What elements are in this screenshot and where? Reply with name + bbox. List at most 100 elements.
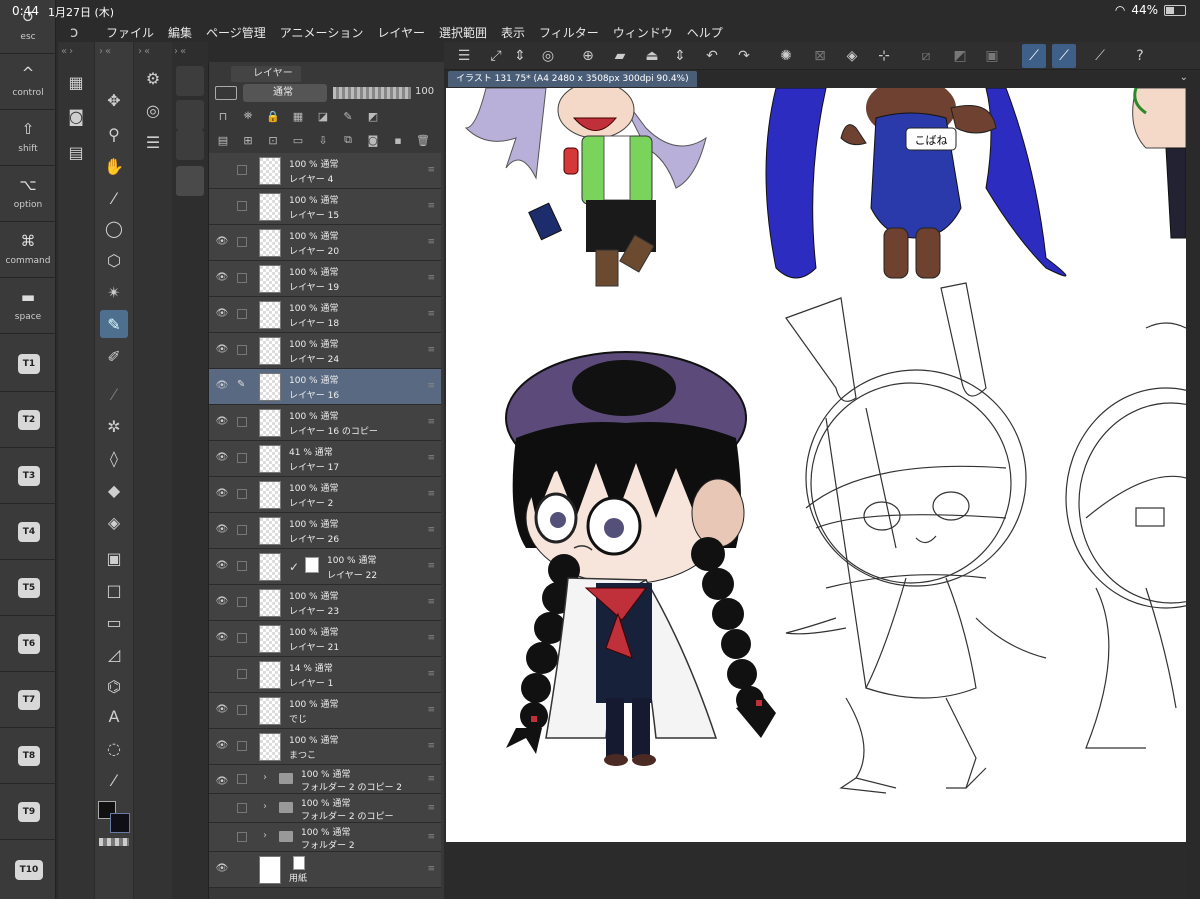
collapse-arrows-icon[interactable]: ›« — [99, 46, 113, 57]
drag-handle-icon[interactable]: ≡ — [427, 345, 435, 355]
paper-row[interactable]: 👁 用紙 ≡ — [209, 852, 441, 888]
clip-studio-icon[interactable]: ◎ — [536, 44, 560, 68]
clip-studio-logo-icon[interactable]: ↄ — [70, 23, 90, 41]
menu-page[interactable]: ページ管理 — [206, 24, 266, 41]
lock-checkbox[interactable] — [237, 273, 247, 283]
drag-handle-icon[interactable]: ≡ — [427, 864, 435, 874]
eye-icon[interactable]: 👁 — [215, 596, 229, 607]
transform-icon[interactable]: ⊹ — [872, 44, 896, 68]
eye-icon[interactable]: 👁 — [215, 704, 229, 715]
layer-row[interactable]: 👁 100 % 通常 レイヤー 16 のコピー ≡ — [209, 405, 441, 441]
blend-tool-icon[interactable]: ◊ — [100, 444, 128, 472]
eye-icon[interactable]: 👁 — [215, 776, 229, 787]
menu-layer[interactable]: レイヤー — [377, 24, 425, 41]
drag-handle-icon[interactable]: ≡ — [427, 489, 435, 499]
drag-handle-icon[interactable]: ≡ — [427, 561, 435, 571]
menu-animation[interactable]: アニメーション — [280, 24, 364, 41]
folder-row[interactable]: 👁 › 100 % 通常 フォルダー 2 のコピー 2 ≡ — [209, 765, 441, 794]
drawing-canvas[interactable]: こばね — [446, 88, 1186, 842]
blend-mode-select[interactable]: 通常 — [243, 84, 327, 102]
updown-arrow-icon[interactable]: ⇕ — [668, 44, 692, 68]
eyedropper-tool-icon[interactable]: ⁄ — [100, 184, 128, 212]
shift-key[interactable]: ⇧ shift — [0, 112, 56, 166]
help-icon[interactable]: ? — [1128, 44, 1152, 68]
layer-row[interactable]: 👁 100 % 通常 レイヤー 21 ≡ — [209, 621, 441, 657]
transfer-down-icon[interactable]: ⇩ — [313, 134, 333, 147]
snap-ruler-icon[interactable]: ⟋ — [1022, 44, 1046, 68]
expand-arrow-icon[interactable]: › — [263, 772, 267, 783]
layer-row[interactable]: 100 % 通常 レイヤー 4 ≡ — [209, 153, 441, 189]
layer-row[interactable]: 👁 100 % 通常 レイヤー 23 ≡ — [209, 585, 441, 621]
open-folder-icon[interactable]: ▰ — [608, 44, 632, 68]
layer-row[interactable]: 👁 100 % 通常 レイヤー 19 ≡ — [209, 261, 441, 297]
collapse-arrows-icon[interactable]: ›« — [174, 46, 188, 57]
menu-edit[interactable]: 編集 — [168, 24, 192, 41]
frame-tool-icon[interactable]: ▭ — [100, 608, 128, 636]
drag-handle-icon[interactable]: ≡ — [427, 705, 435, 715]
sub-color-swatch[interactable] — [110, 813, 130, 833]
snap-grid-icon[interactable]: ⟋ — [1088, 44, 1112, 68]
mask-icon[interactable]: ◪ — [313, 110, 333, 123]
lock-checkbox[interactable] — [237, 345, 247, 355]
reference-icon[interactable]: ⛯ — [238, 109, 258, 123]
layer-row[interactable]: 14 % 通常 レイヤー 1 ≡ — [209, 657, 441, 693]
undo-icon[interactable]: ↶ — [700, 44, 724, 68]
expand-arrow-icon[interactable]: › — [263, 830, 267, 841]
hand-tool-icon[interactable]: ✋ — [100, 152, 128, 180]
lock-checkbox[interactable] — [237, 803, 247, 813]
lock-transparency-icon[interactable]: ▦ — [288, 110, 308, 123]
layer-property-icon[interactable] — [176, 100, 204, 130]
eye-icon[interactable]: 👁 — [215, 272, 229, 283]
layer-row[interactable]: 👁 100 % 通常 レイヤー 20 ≡ — [209, 225, 441, 261]
save-icon[interactable]: ⏏ — [640, 44, 664, 68]
drag-handle-icon[interactable]: ≡ — [427, 273, 435, 283]
lock-checkbox[interactable] — [237, 417, 247, 427]
lock-checkbox[interactable] — [237, 453, 247, 463]
lock-checkbox[interactable] — [237, 525, 247, 535]
clear-outside-icon[interactable]: ⊠ — [808, 44, 832, 68]
lock-checkbox[interactable] — [237, 741, 247, 751]
eye-icon[interactable]: 👁 — [215, 524, 229, 535]
layer-row[interactable]: 👁 100 % 通常 まつこ ≡ — [209, 729, 441, 765]
magic-wand-icon[interactable]: ✴ — [100, 278, 128, 306]
updown-arrow-icon[interactable]: ⇕ — [508, 44, 532, 68]
lasso-tool-icon[interactable]: ◯ — [100, 214, 128, 242]
object-select-icon[interactable]: ⬡ — [100, 246, 128, 274]
t3-button[interactable]: T3 — [18, 466, 40, 486]
space-key[interactable]: ▬ space — [0, 280, 56, 334]
collapse-arrows-icon[interactable]: ›« — [138, 46, 152, 57]
pencil-tool-icon[interactable]: ✐ — [100, 342, 128, 370]
lock-checkbox[interactable] — [237, 832, 247, 842]
drag-handle-icon[interactable]: ≡ — [427, 201, 435, 211]
lock-checkbox[interactable] — [237, 705, 247, 715]
eraser-tool-icon[interactable]: ◆ — [100, 476, 128, 504]
fill-icon[interactable]: ◈ — [840, 44, 864, 68]
edit-command-icon[interactable]: ⤢ — [484, 44, 508, 68]
t9-button[interactable]: T9 — [18, 802, 40, 822]
sub-tool-list-icon[interactable]: ☰ — [139, 128, 167, 156]
menu-view[interactable]: 表示 — [501, 24, 525, 41]
layer-row[interactable]: 👁 100 % 通常 レイヤー 2 ≡ — [209, 477, 441, 513]
zoom-tool-icon[interactable]: ⚲ — [100, 120, 128, 148]
menu-help[interactable]: ヘルプ — [687, 24, 723, 41]
layer-color-toggle-icon[interactable] — [215, 86, 237, 100]
figure-tool-icon[interactable]: □ — [100, 576, 128, 604]
layer-row[interactable]: 👁 100 % 通常 でじ ≡ — [209, 693, 441, 729]
sub-view-panel-icon[interactable]: ◙ — [62, 102, 90, 130]
menu-selection[interactable]: 選択範囲 — [439, 24, 487, 41]
navigator-icon[interactable] — [176, 130, 204, 160]
lock-checkbox[interactable] — [237, 597, 247, 607]
line-tool-icon[interactable]: ⁄ — [100, 766, 128, 794]
folder-row[interactable]: › 100 % 通常 フォルダー 2 ≡ — [209, 823, 441, 852]
t4-button[interactable]: T4 — [18, 522, 40, 542]
drag-handle-icon[interactable]: ≡ — [427, 309, 435, 319]
layer-row[interactable]: 👁 100 % 通常 レイヤー 24 ≡ — [209, 333, 441, 369]
eye-icon[interactable]: 👁 — [215, 308, 229, 319]
collapse-arrows-icon[interactable]: «› — [61, 46, 75, 57]
create-mask-icon[interactable]: ◙ — [363, 134, 383, 147]
lock-checkbox[interactable] — [237, 309, 247, 319]
eye-icon[interactable]: 👁 — [215, 863, 229, 874]
t8-button[interactable]: T8 — [18, 746, 40, 766]
brush-tool-icon[interactable]: ⁄ — [100, 380, 128, 408]
menu-filter[interactable]: フィルター — [539, 24, 599, 41]
